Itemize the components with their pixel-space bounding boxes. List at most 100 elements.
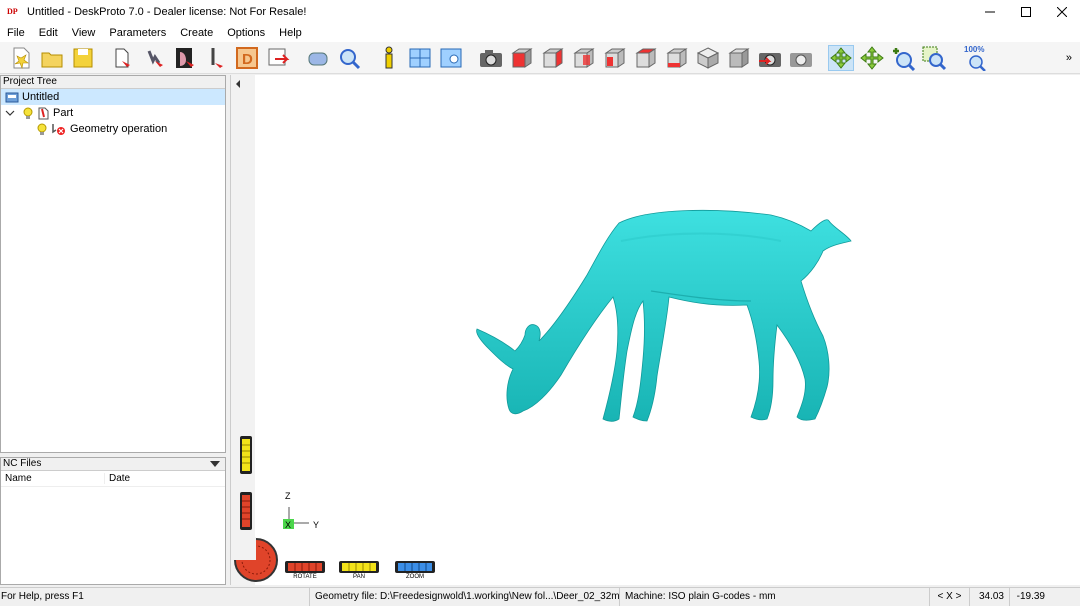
view-front-button[interactable] — [509, 45, 535, 71]
status-machine: Machine: ISO plain G-codes - mm — [620, 587, 930, 606]
write-icon — [268, 48, 290, 65]
save-icon — [73, 48, 93, 67]
column-name[interactable]: Name — [1, 473, 105, 484]
zoom-window-icon — [922, 46, 947, 70]
camera-back-icon — [759, 52, 781, 67]
close-icon — [1057, 7, 1067, 17]
pan-slider-icon[interactable] — [339, 561, 379, 573]
project-icon — [5, 92, 19, 103]
zoom-plus-icon — [893, 47, 916, 71]
vector-wizard-button[interactable] — [203, 45, 229, 71]
zoom-label: ZOOM — [406, 574, 424, 580]
status-geometry-file: Geometry file: D:\Freedesignwold\1.worki… — [310, 587, 620, 606]
column-date[interactable]: Date — [105, 473, 130, 484]
status-coord-1: 34.03 — [970, 587, 1010, 606]
preview-button[interactable] — [336, 45, 362, 71]
cube-bottom-icon — [666, 47, 688, 68]
zoom-tool-button[interactable] — [890, 45, 916, 71]
menu-bar: File Edit View Parameters Create Options… — [0, 24, 1080, 42]
axis-label-z: Z — [285, 491, 291, 501]
window-button[interactable] — [438, 45, 464, 71]
project-tree-panel: Project Tree Untitled Part Geometry oper… — [0, 75, 226, 453]
vector-icon — [211, 47, 223, 68]
bitmap-icon — [176, 47, 194, 68]
part-wizard-button[interactable] — [110, 45, 136, 71]
cube-box-icon — [728, 47, 750, 68]
zoom-slider-icon[interactable] — [395, 561, 435, 573]
collapse-arrow-icon[interactable] — [234, 79, 244, 89]
cube-right-icon — [542, 47, 564, 68]
operation-wizard-button[interactable] — [141, 45, 167, 71]
axis-label-x: X — [285, 520, 292, 530]
tree-item-untitled[interactable]: Untitled — [1, 89, 225, 105]
window-icon — [440, 48, 462, 67]
tree-item-label: Part — [53, 107, 74, 119]
menu-view[interactable]: View — [65, 27, 103, 39]
folder-icon — [41, 52, 63, 67]
nc-files-columns: Name Date — [1, 471, 225, 487]
menu-parameters[interactable]: Parameters — [102, 27, 173, 39]
simulation-icon — [308, 52, 328, 65]
close-button[interactable] — [1044, 0, 1080, 24]
tool-wizard-icon — [147, 49, 163, 67]
save-button[interactable] — [70, 45, 96, 71]
rotate-label: ROTATE — [293, 574, 317, 580]
layout-button[interactable] — [407, 45, 433, 71]
zoom-window-button[interactable] — [921, 45, 947, 71]
view-top-button[interactable] — [633, 45, 659, 71]
info-button[interactable] — [376, 45, 402, 71]
rotate-tool-button[interactable] — [828, 44, 854, 71]
rotation-wheel-icon[interactable] — [233, 537, 279, 583]
menu-file[interactable]: File — [0, 27, 32, 39]
menu-edit[interactable]: Edit — [32, 27, 65, 39]
cube-top-icon — [635, 47, 657, 68]
tree-item-label: Geometry operation — [70, 123, 168, 135]
tree-item-part[interactable]: Part — [1, 105, 225, 121]
menu-create[interactable]: Create — [173, 27, 220, 39]
view-bottom-button[interactable] — [664, 45, 690, 71]
view-back-button[interactable] — [571, 45, 597, 71]
d-icon: D — [236, 46, 258, 69]
chevron-down-icon — [5, 110, 15, 116]
nc-files-header[interactable]: NC Files — [1, 458, 225, 471]
pan-tool-button[interactable] — [859, 45, 885, 71]
window-title: Untitled - DeskProto 7.0 - Dealer licens… — [27, 6, 307, 18]
title-bar: DP Untitled - DeskProto 7.0 - Dealer lic… — [0, 0, 1080, 24]
nc-files-title: NC Files — [3, 458, 42, 469]
cube-iso-icon — [696, 46, 720, 69]
simulate-button[interactable] — [305, 45, 331, 71]
view-camera-button[interactable] — [478, 45, 504, 71]
tree-item-geometry-operation[interactable]: Geometry operation — [1, 121, 225, 137]
viewport-side-strip — [231, 75, 255, 585]
camera-prev-button[interactable] — [757, 45, 783, 71]
menu-options[interactable]: Options — [220, 27, 272, 39]
svg-text:D: D — [242, 51, 253, 68]
minimize-button[interactable] — [972, 0, 1008, 24]
lightbulb-icon — [37, 123, 47, 135]
view-left-button[interactable] — [602, 45, 628, 71]
rotate-slider-icon[interactable] — [285, 561, 325, 573]
3d-viewport[interactable]: Z X Y ROTATE PAN ZOOM — [230, 75, 1080, 585]
camera-next-button[interactable] — [788, 45, 814, 71]
toolbar-overflow-icon[interactable]: » — [1066, 52, 1072, 64]
cube-front-icon — [511, 47, 533, 68]
create-d-button[interactable]: D — [234, 45, 260, 71]
maximize-icon — [1021, 7, 1031, 17]
status-coord-2: -19.39 — [1016, 590, 1045, 602]
tree-item-label: Untitled — [22, 91, 60, 103]
view-box-button[interactable] — [726, 45, 752, 71]
rotate-dial-icon[interactable] — [239, 491, 253, 531]
view-right-button[interactable] — [540, 45, 566, 71]
nc-files-panel: NC Files Name Date — [0, 457, 226, 585]
axis-label-y: Y — [313, 520, 320, 530]
new-project-button[interactable] — [8, 45, 34, 71]
menu-help[interactable]: Help — [272, 27, 309, 39]
write-nc-button[interactable] — [265, 45, 291, 71]
pan-dial-icon[interactable] — [239, 435, 253, 475]
view-iso-button[interactable] — [695, 45, 721, 71]
maximize-button[interactable] — [1008, 0, 1044, 24]
zoom-100-button[interactable]: 100% — [961, 45, 993, 72]
bitmap-wizard-button[interactable] — [172, 45, 198, 71]
status-help: For Help, press F1 — [0, 587, 310, 606]
open-button[interactable] — [39, 45, 65, 71]
